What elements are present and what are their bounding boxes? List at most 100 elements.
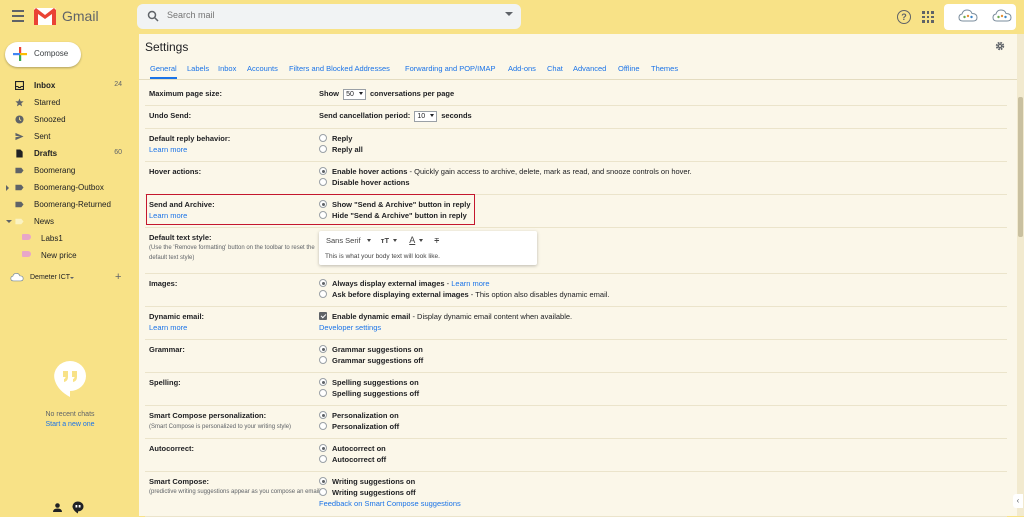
checkbox-checked[interactable]	[319, 312, 327, 320]
developer-settings-link[interactable]: Developer settings	[319, 323, 381, 332]
radio-button-selected[interactable]	[319, 444, 327, 452]
font-family-select[interactable]: Sans Serif	[326, 236, 371, 245]
search-icon[interactable]	[147, 10, 159, 22]
apps-grid-icon[interactable]	[922, 11, 934, 23]
help-icon[interactable]: ?	[897, 10, 911, 24]
plus-icon	[13, 47, 27, 61]
collapse-caret-icon[interactable]	[6, 220, 12, 223]
option-personalization-on[interactable]: Personalization on	[319, 411, 399, 420]
tab-filters[interactable]: Filters and Blocked Addresses	[289, 64, 390, 77]
scrollbar-thumb[interactable]	[1018, 97, 1023, 237]
sidebar-item-boomerang-outbox[interactable]: Boomerang-Outbox	[0, 179, 130, 196]
sidebar-item-starred[interactable]: Starred	[0, 94, 130, 111]
tab-inbox[interactable]: Inbox	[218, 64, 236, 77]
page-size-control: Show 50 conversations per page	[319, 89, 454, 100]
sidebar-item-boomerang-returned[interactable]: Boomerang-Returned	[0, 196, 130, 213]
radio-button-selected[interactable]	[319, 167, 327, 175]
radio-button[interactable]	[319, 356, 327, 364]
side-panel-toggle-chevron-icon[interactable]: ‹	[1013, 494, 1023, 508]
tab-offline[interactable]: Offline	[618, 64, 640, 77]
learn-more-link[interactable]: Learn more	[149, 145, 187, 154]
search-input[interactable]	[167, 10, 467, 20]
search-bar[interactable]	[137, 4, 521, 29]
compose-button[interactable]: Compose	[5, 42, 81, 67]
avatar[interactable]	[992, 8, 1012, 24]
option-spelling-on[interactable]: Spelling suggestions on	[319, 378, 419, 387]
option-enable-dynamic-email[interactable]: Enable dynamic email - Display dynamic e…	[319, 312, 572, 321]
tab-general[interactable]: General	[150, 64, 177, 79]
radio-button[interactable]	[319, 389, 327, 397]
radio-button[interactable]	[319, 178, 327, 186]
option-reply[interactable]: Reply	[319, 134, 352, 143]
tab-addons[interactable]: Add-ons	[508, 64, 536, 77]
app-name: Gmail	[62, 8, 99, 24]
account-switcher[interactable]	[944, 4, 1016, 30]
radio-button-selected[interactable]	[319, 279, 327, 287]
sidebar-item-labs1[interactable]: Labs1	[0, 230, 130, 247]
page-size-select[interactable]: 50	[343, 89, 366, 100]
person-icon[interactable]	[52, 502, 63, 513]
radio-button[interactable]	[319, 145, 327, 153]
option-description: - Display dynamic email content when ava…	[410, 312, 573, 321]
option-label: Reply all	[332, 145, 363, 154]
learn-more-link[interactable]: Learn more	[149, 323, 187, 332]
option-writing-suggestions-on[interactable]: Writing suggestions on	[319, 477, 415, 486]
text-style-toolbar: Sans Serif тT A T	[326, 235, 439, 247]
option-autocorrect-on[interactable]: Autocorrect on	[319, 444, 386, 453]
radio-button[interactable]	[319, 488, 327, 496]
search-options-chevron-down-icon[interactable]	[505, 12, 513, 16]
option-ask-before-images[interactable]: Ask before displaying external images - …	[319, 290, 609, 299]
radio-button[interactable]	[319, 134, 327, 142]
user-dropdown-chevron-down-icon[interactable]	[70, 277, 74, 279]
radio-button-selected[interactable]	[319, 378, 327, 386]
settings-panel: Settings General Labels Inbox Accounts F…	[139, 34, 1017, 517]
hangouts-chat-icon[interactable]	[72, 501, 84, 514]
option-label: Autocorrect off	[332, 455, 387, 464]
cancellation-period-select[interactable]: 10	[414, 111, 438, 122]
font-size-icon[interactable]: тT	[381, 236, 389, 245]
expand-caret-icon[interactable]	[6, 185, 9, 191]
text-color-icon[interactable]: A	[409, 235, 415, 245]
main-menu-icon[interactable]	[12, 10, 24, 22]
option-reply-all[interactable]: Reply all	[319, 145, 363, 154]
learn-more-link[interactable]: Learn more	[451, 279, 489, 288]
option-disable-hover[interactable]: Disable hover actions	[319, 178, 410, 187]
tab-accounts[interactable]: Accounts	[247, 64, 278, 77]
sidebar-item-news[interactable]: News	[0, 213, 130, 230]
radio-button-selected[interactable]	[319, 477, 327, 485]
option-always-display-images[interactable]: Always display external images - Learn m…	[319, 279, 490, 288]
tab-labels[interactable]: Labels	[187, 64, 209, 77]
add-chat-plus-icon[interactable]: +	[115, 271, 121, 283]
option-grammar-off[interactable]: Grammar suggestions off	[319, 356, 423, 365]
radio-button[interactable]	[319, 455, 327, 463]
sidebar-item-inbox[interactable]: Inbox 24	[0, 77, 130, 94]
option-writing-suggestions-off[interactable]: Writing suggestions off	[319, 488, 416, 497]
radio-button-selected[interactable]	[319, 345, 327, 353]
option-label: Enable dynamic email	[332, 312, 411, 321]
hangouts-user[interactable]: Demeter ICT +	[10, 271, 125, 284]
sidebar-item-snoozed[interactable]: Snoozed	[0, 111, 130, 128]
clock-icon	[15, 115, 24, 124]
radio-button[interactable]	[319, 422, 327, 430]
smart-compose-feedback-link[interactable]: Feedback on Smart Compose suggestions	[319, 499, 461, 508]
sidebar-item-boomerang[interactable]: Boomerang	[0, 162, 130, 179]
tab-advanced[interactable]: Advanced	[573, 64, 606, 77]
option-autocorrect-off[interactable]: Autocorrect off	[319, 455, 386, 464]
option-enable-hover[interactable]: Enable hover actions - Quickly gain acce…	[319, 167, 692, 176]
radio-button[interactable]	[319, 290, 327, 298]
tab-forwarding[interactable]: Forwarding and POP/IMAP	[405, 64, 495, 77]
option-label: Grammar suggestions on	[332, 345, 423, 354]
tab-themes[interactable]: Themes	[651, 64, 678, 77]
remove-formatting-icon[interactable]: T	[434, 236, 439, 245]
option-spelling-off[interactable]: Spelling suggestions off	[319, 389, 419, 398]
tab-chat[interactable]: Chat	[547, 64, 563, 77]
sidebar-item-new-price[interactable]: New price	[0, 247, 130, 264]
radio-button-selected[interactable]	[319, 411, 327, 419]
sidebar-item-sent[interactable]: Sent	[0, 128, 130, 145]
start-new-chat-link[interactable]: Start a new one	[0, 421, 140, 428]
sidebar-item-drafts[interactable]: Drafts 60	[0, 145, 130, 162]
option-grammar-on[interactable]: Grammar suggestions on	[319, 345, 423, 354]
gmail-logo-icon[interactable]	[34, 8, 56, 25]
option-personalization-off[interactable]: Personalization off	[319, 422, 399, 431]
gear-icon[interactable]	[995, 41, 1005, 51]
